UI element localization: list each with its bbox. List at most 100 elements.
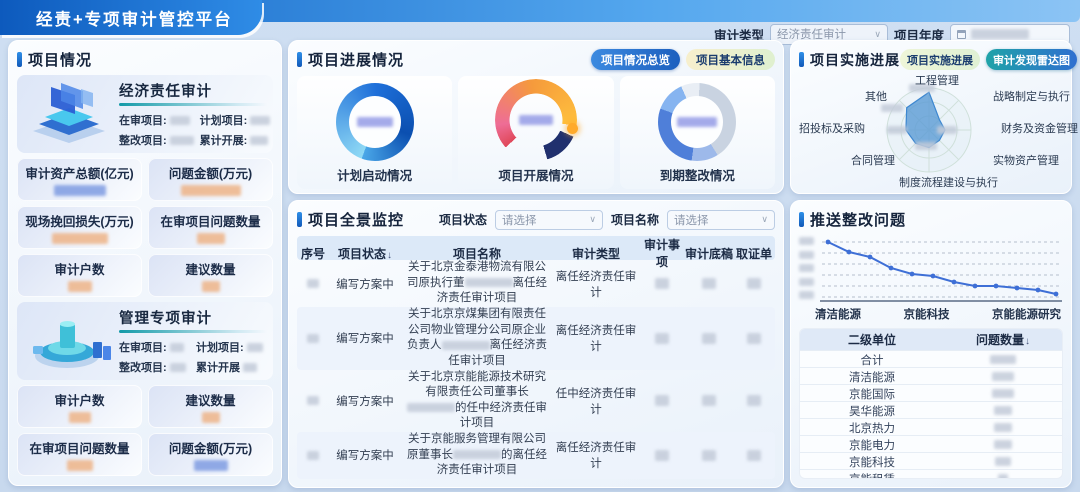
x-tick-label: 京能科技	[904, 306, 950, 322]
stat-card-label: 现场挽回损失(万元)	[25, 211, 133, 230]
panel-panorama-monitor: 项目全景监控 项目状态 请选择 ∨ 项目名称 请选择 ∨ 序号 项目状态↓ 项目…	[288, 200, 784, 488]
redacted-value	[881, 104, 903, 112]
redacted-value	[992, 372, 1014, 381]
redacted-value	[194, 460, 228, 471]
radar-axis-label: 财务及资金管理	[1001, 120, 1078, 136]
row-status: 编写方案中	[329, 393, 401, 409]
panel-title-row: 项目进展情况	[297, 49, 404, 70]
panel-implementation-progress: 项目实施进展 项目实施进展 审计发现雷达图	[790, 40, 1072, 194]
col-problem-count[interactable]: 问题数量↓	[944, 331, 1062, 348]
table-row[interactable]: 京能电力	[800, 436, 1062, 453]
redacted-value	[747, 333, 761, 344]
table-row[interactable]: 编写方案中 关于北京京煤集团有限责任公司物业管理分公司原企业负责人离任经济责任审…	[297, 307, 775, 369]
panel-title: 项目进展情况	[308, 49, 404, 70]
redacted-value	[677, 117, 717, 127]
row-audit-type: 离任经济责任审计	[553, 322, 639, 354]
unit-name: 京能租赁	[800, 471, 944, 479]
row-status: 编写方案中	[329, 330, 401, 346]
stat-label: 整改项目:	[119, 132, 167, 148]
panel-title: 项目实施进展	[810, 50, 900, 70]
gauge-label: 计划启动情况	[337, 165, 412, 184]
tab-implementation-progress[interactable]: 项目实施进展	[900, 49, 980, 70]
section-economic-audit: 经济责任审计 在审项目: 计划项目: 整改项目: 累计开展:	[17, 75, 273, 153]
project-status-select[interactable]: 请选择 ∨	[495, 210, 603, 230]
redacted-value	[357, 117, 393, 127]
redacted-value	[937, 126, 957, 134]
table-row[interactable]: 北京热力	[800, 419, 1062, 436]
table-row[interactable]: 编写方案中 关于京能服务管理有限公司原董事长的离任经济责任审计项目 离任经济责任…	[297, 432, 775, 479]
unit-name: 昊华能源	[800, 403, 944, 419]
table-row[interactable]: 编写方案中 关于北京金泰港物流有限公司原执行董离任经济责任审计项目 离任经济责任…	[297, 260, 775, 307]
stat-card-label: 问题金额(万元)	[169, 163, 252, 182]
redacted-value	[170, 363, 186, 372]
panel-title: 推送整改问题	[810, 209, 906, 230]
row-audit-type: 任中经济责任审计	[553, 385, 639, 417]
stat-card: 问题金额(万元)	[148, 158, 273, 201]
table-row[interactable]: 合计	[800, 351, 1062, 368]
col-status[interactable]: 项目状态↓	[329, 245, 401, 262]
redacted-name	[453, 450, 501, 459]
col-evidence: 取证单	[733, 245, 775, 262]
redacted-value	[747, 395, 761, 406]
redacted-value	[994, 440, 1012, 449]
stat-card-label: 审计资产总额(亿元)	[25, 163, 133, 182]
row-project-name: 关于京能服务管理有限公司原董事长的离任经济责任审计项目	[401, 432, 553, 479]
unit-name: 合计	[800, 352, 944, 368]
x-tick-label: 清洁能源	[815, 306, 861, 322]
redacted-value	[995, 457, 1011, 466]
table-row[interactable]: 编写方案中 关于北京京能能源技术研究有限责任公司董事长的任中经济责任审计项目 任…	[297, 370, 775, 432]
table-row[interactable]: 京能国际	[800, 385, 1062, 402]
redacted-value	[971, 29, 1029, 39]
redacted-value	[67, 460, 93, 471]
table-row[interactable]: 京能科技	[800, 453, 1062, 470]
stat-label: 在审项目:	[119, 112, 167, 128]
col-unit: 二级单位	[800, 331, 944, 348]
app-title: 经责+专项审计管控平台	[0, 6, 233, 30]
redacted-value	[247, 343, 263, 352]
row-project-name: 关于北京京能能源技术研究有限责任公司董事长的任中经济责任审计项目	[401, 370, 553, 432]
x-tick-label: 京能能源研究	[992, 306, 1061, 322]
row-project-name: 关于北京金泰港物流有限公司原执行董离任经济责任审计项目	[401, 260, 553, 307]
redacted-value	[250, 116, 270, 125]
stat-card: 在审项目问题数量	[17, 433, 142, 476]
redacted-value	[307, 279, 319, 288]
stat-card: 在审项目问题数量	[148, 206, 273, 249]
stat-card: 建议数量	[148, 385, 273, 428]
redacted-value	[992, 389, 1014, 398]
title-bar-icon	[297, 52, 302, 67]
stat-label: 计划项目:	[196, 339, 244, 355]
redacted-value	[747, 450, 761, 461]
gauge-due-rectification: 到期整改情况	[620, 76, 775, 189]
redacted-value	[250, 136, 268, 145]
table-row[interactable]: 昊华能源	[800, 402, 1062, 419]
redacted-value	[994, 423, 1012, 432]
management-audit-3d-icon	[23, 306, 115, 376]
redacted-name	[465, 278, 513, 287]
redacted-value	[307, 396, 319, 405]
stat-card: 审计户数	[17, 385, 142, 428]
radar-axis-label: 实物资产管理	[993, 152, 1059, 168]
stat-card: 审计资产总额(亿元)	[17, 158, 142, 201]
redacted-value	[69, 412, 91, 423]
table-header-row: 二级单位 问题数量↓	[800, 329, 1062, 351]
redacted-value	[170, 343, 184, 352]
tab-project-basic-info[interactable]: 项目基本信息	[686, 49, 775, 70]
tab-project-overview[interactable]: 项目情况总览	[591, 49, 680, 70]
section-management-audit: 管理专项审计 在审项目: 计划项目: 整改项目: 累计开展	[17, 302, 273, 380]
table-row[interactable]: 清洁能源	[800, 368, 1062, 385]
stat-label: 计划项目:	[200, 112, 248, 128]
plan-start-donut	[336, 83, 414, 161]
redacted-value	[990, 355, 1016, 364]
table-row[interactable]: 京能租赁	[800, 470, 1062, 479]
redacted-value	[747, 278, 761, 289]
title-bar-icon	[297, 212, 302, 227]
panel-project-progress: 项目进展情况 项目情况总览 项目基本信息 计划启动情况 项目开展情况	[288, 40, 784, 194]
radar-axis-label: 招投标及采购	[799, 120, 865, 136]
radar-axis-label: 合同管理	[851, 152, 895, 168]
section-underline	[119, 330, 267, 333]
stat-card-label: 在审项目问题数量	[29, 438, 129, 457]
tab-audit-findings-radar[interactable]: 审计发现雷达图	[986, 49, 1077, 70]
redacted-value	[702, 333, 716, 344]
project-name-select[interactable]: 请选择 ∨	[667, 210, 775, 230]
radar-axis-label: 制度流程建设与执行	[899, 174, 998, 190]
